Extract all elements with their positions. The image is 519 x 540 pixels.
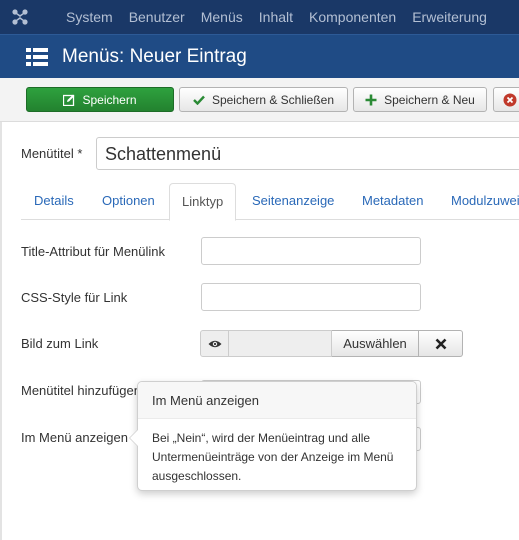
tab-page-display[interactable]: Seitenanzeige bbox=[240, 183, 346, 220]
menu-users[interactable]: Benutzer bbox=[121, 0, 193, 34]
eye-icon[interactable] bbox=[200, 330, 229, 357]
system-menu-bar: System Benutzer Menüs Inhalt Komponenten… bbox=[0, 0, 519, 34]
tab-options[interactable]: Optionen bbox=[90, 183, 167, 220]
menu-extensions[interactable]: Erweiterung bbox=[404, 0, 495, 34]
image-path-field bbox=[229, 330, 332, 357]
show-in-menu-label: Im Menü anzeigen bbox=[21, 430, 128, 445]
menu-title-input[interactable]: Schattenmenü bbox=[96, 137, 519, 170]
tab-metadata[interactable]: Metadaten bbox=[350, 183, 435, 220]
menu-title-label: Menütitel * bbox=[21, 146, 83, 161]
save-button[interactable]: Speichern bbox=[26, 87, 174, 112]
image-label: Bild zum Link bbox=[21, 336, 99, 351]
save-button-label: Speichern bbox=[82, 92, 137, 107]
joomla-logo-icon[interactable] bbox=[0, 0, 40, 34]
menu-components[interactable]: Komponenten bbox=[301, 0, 404, 34]
save-new-button-label: Speichern & Neu bbox=[384, 92, 475, 107]
save-close-button-label: Speichern & Schließen bbox=[211, 92, 335, 107]
title-attribute-label: Title-Attribut für Menülink bbox=[21, 244, 166, 259]
cancel-button[interactable] bbox=[493, 87, 519, 112]
title-attribute-input[interactable] bbox=[201, 237, 421, 265]
popover-body: Bei „Nein“, wird der Menüeintrag und all… bbox=[152, 431, 394, 483]
image-select-button[interactable]: Auswählen bbox=[332, 330, 419, 357]
tab-module-assignment[interactable]: Modulzuwei bbox=[439, 183, 519, 220]
tab-details[interactable]: Details bbox=[22, 183, 86, 220]
check-icon bbox=[193, 95, 205, 105]
menu-content[interactable]: Inhalt bbox=[251, 0, 301, 34]
clear-image-button[interactable] bbox=[419, 330, 463, 357]
page-header: Menüs: Neuer Eintrag bbox=[0, 34, 519, 78]
toolbar: Speichern Speichern & Schließen Speicher… bbox=[0, 78, 519, 122]
cancel-icon bbox=[503, 93, 517, 107]
save-close-button[interactable]: Speichern & Schließen bbox=[179, 87, 348, 112]
page-title: Menüs: Neuer Eintrag bbox=[62, 45, 247, 67]
help-popover: Im Menü anzeigen Bei „Nein“, wird der Me… bbox=[129, 381, 417, 491]
menu-system[interactable]: System bbox=[40, 0, 121, 34]
popover-title: Im Menü anzeigen bbox=[138, 382, 416, 419]
plus-icon bbox=[365, 94, 377, 106]
add-title-label: Menütitel hinzufügen bbox=[21, 383, 141, 398]
save-new-button[interactable]: Speichern & Neu bbox=[353, 87, 487, 112]
tab-linktype[interactable]: Linktyp bbox=[169, 183, 237, 221]
close-icon bbox=[435, 338, 446, 349]
edit-icon bbox=[63, 94, 75, 106]
menu-menus[interactable]: Menüs bbox=[193, 0, 251, 34]
tab-bar: Details Optionen Linktyp Seitenanzeige M… bbox=[21, 183, 519, 221]
list-icon bbox=[26, 47, 48, 67]
css-style-label: CSS-Style für Link bbox=[21, 290, 128, 305]
image-picker: Auswählen bbox=[200, 330, 463, 357]
css-style-input[interactable] bbox=[201, 283, 421, 311]
left-gutter bbox=[0, 122, 2, 540]
